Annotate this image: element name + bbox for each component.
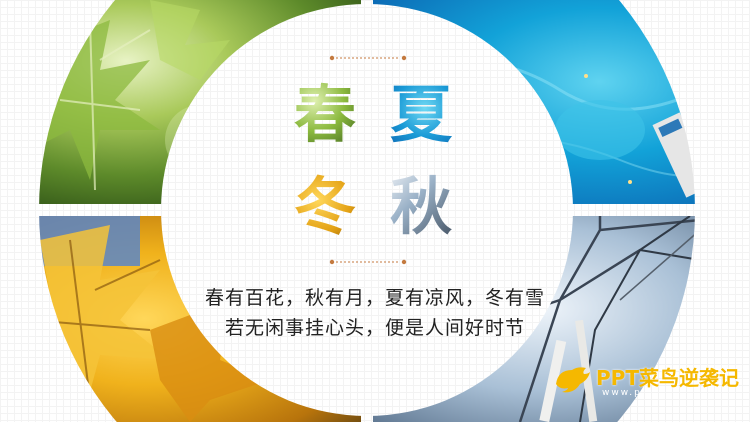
logo-url: www.p	[602, 388, 642, 398]
brand-logo: PPT菜鸟逆袭记 www.p	[552, 360, 742, 400]
spring-char: 春	[290, 80, 360, 150]
poem-line-2: 若无闲事挂心头，便是人间好时节	[224, 317, 525, 339]
summer-char: 夏	[386, 80, 456, 150]
poem-line-1: 春有百花，秋有月，夏有凉风，冬有雪	[204, 287, 545, 309]
winter-char: 冬	[290, 172, 360, 242]
logo-text: PPT菜鸟逆袭记	[596, 366, 739, 390]
slide: 春 夏 秋 冬 春有百花，秋有月，夏有凉风，冬有雪 若无闲事挂心头，便是人间好时…	[0, 0, 750, 422]
autumn-char: 秋	[386, 172, 456, 242]
bird-icon	[556, 367, 590, 393]
season-ring	[0, 0, 750, 422]
